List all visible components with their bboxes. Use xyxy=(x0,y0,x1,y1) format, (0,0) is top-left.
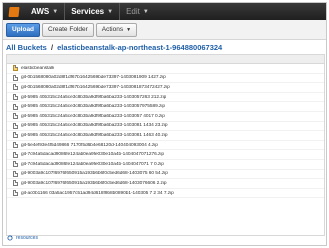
file-icon xyxy=(13,151,18,158)
list-item[interactable]: git-9003a9c107f6976f650915a193b6b6f0c5ed… xyxy=(7,179,324,189)
file-icon xyxy=(13,103,18,110)
file-name: git-5985 40b315c24a5ce3c8b3ba9df9fba6ba2… xyxy=(21,104,165,110)
file-name: git-0b1568080a02d8f1df67b1642569bde73397… xyxy=(21,84,170,90)
file-name: git-0b1568080a02d8f1df67b1642569bde73397… xyxy=(21,75,166,81)
list-item[interactable]: git-7c94a5dacad9086fe124ab0ea9fe030e10a4… xyxy=(7,150,324,160)
chevron-down-icon: ▼ xyxy=(52,8,59,15)
edit-menu[interactable]: Edit ▼ xyxy=(120,3,155,20)
file-icon xyxy=(13,113,18,120)
actions-button[interactable]: Actions ▼ xyxy=(95,22,138,37)
file-name: git-5985 40b315c24a5ce3c8b3ba9df9fba6ba2… xyxy=(21,123,168,129)
list-item[interactable]: git-5985 40b315c24a5ce3c8b3ba9df9fba6ba2… xyxy=(7,102,324,112)
edit-menu-label: Edit xyxy=(126,7,140,16)
resources-label: resources xyxy=(16,235,38,241)
file-icon xyxy=(13,74,18,81)
file-name: git-5985 40b315c24a5ce3c8b3ba9df9fba6ba2… xyxy=(21,94,167,100)
breadcrumb-separator: / xyxy=(50,43,54,52)
create-folder-button[interactable]: Create Folder xyxy=(42,22,94,37)
file-name: git-5985 40b315c24a5ce3c8b3ba9df9fba6ba2… xyxy=(21,113,165,119)
file-icon xyxy=(13,170,18,177)
breadcrumb-bucket-link[interactable]: elasticbeanstalk-ap-northeast-1-96488006… xyxy=(57,43,222,52)
file-name: git-5985 40b315c24a5ce3c8b3ba9df9fba6ba2… xyxy=(21,132,168,138)
resources-status[interactable]: resources xyxy=(7,235,38,241)
list-item[interactable]: git-0b1568080a02d8f1df67b1642569bde73397… xyxy=(7,83,324,93)
list-item[interactable]: elasticbeanstalk xyxy=(7,64,324,74)
file-name: git-5e4ef93e4f5d49866 7170f5d6b4e68120d-… xyxy=(21,142,158,148)
object-list: elasticbeanstalk git-0b1568080a02d8f1df6… xyxy=(6,54,325,236)
breadcrumb-all-buckets-link[interactable]: All Buckets xyxy=(6,43,47,52)
file-name: elasticbeanstalk xyxy=(21,65,55,71)
file-name: git-ac0b1166 03a5ac1957c51ad94d618f9b8b0… xyxy=(21,190,174,196)
file-icon xyxy=(13,132,18,139)
aws-logo-icon[interactable] xyxy=(3,3,25,20)
list-item[interactable]: git-5985 40b315c24a5ce3c8b3ba9df9fba6ba2… xyxy=(7,131,324,141)
file-icon xyxy=(13,122,18,129)
aws-menu-label: AWS xyxy=(31,7,50,16)
list-item[interactable]: git-5985 40b315c24a5ce3c8b3ba9df9fba6ba2… xyxy=(7,93,324,103)
chevron-down-icon: ▼ xyxy=(126,26,132,33)
file-icon xyxy=(13,84,18,91)
chevron-down-icon: ▼ xyxy=(142,8,149,15)
list-item[interactable]: git-7c94a5dacad9086fe124ab0ea9fe030e10a4… xyxy=(7,160,324,170)
list-item[interactable]: git-9003a9c107f6976f650915a193b6b6f0c5ed… xyxy=(7,170,324,180)
chevron-down-icon: ▼ xyxy=(107,8,114,15)
file-icon xyxy=(13,142,18,149)
file-icon xyxy=(13,94,18,101)
actions-button-label: Actions xyxy=(101,26,124,33)
list-item[interactable]: git-5e4ef93e4f5d49866 7170f5d6b4e68120d-… xyxy=(7,141,324,151)
file-icon xyxy=(13,161,18,168)
list-item[interactable]: git-ac0b1166 03a5ac1957c51ad94d618f9b8b0… xyxy=(7,189,324,199)
refresh-icon xyxy=(7,235,13,241)
services-menu[interactable]: Services ▼ xyxy=(65,3,119,20)
s3-console-window: AWS ▼ Services ▼ Edit ▼ Upload Create Fo… xyxy=(2,2,327,246)
top-navigation-bar: AWS ▼ Services ▼ Edit ▼ xyxy=(3,3,326,20)
services-menu-label: Services xyxy=(71,7,105,16)
aws-menu[interactable]: AWS ▼ xyxy=(25,3,64,20)
list-item[interactable]: git-0b1568080a02d8f1df67b1642569bde73397… xyxy=(7,74,324,84)
file-name: git-9003a9c107f6976f650915a193b6b6f0c5ed… xyxy=(21,180,167,186)
upload-button[interactable]: Upload xyxy=(6,22,41,37)
file-name: git-7c94a5dacad9086fe124ab0ea9fe030e10a4… xyxy=(21,161,164,167)
list-item[interactable]: git-5985 40b315c24a5ce3c8b3ba9df9fba6ba2… xyxy=(7,122,324,132)
file-icon xyxy=(13,180,18,187)
file-icon xyxy=(13,190,18,197)
file-name: git-9003a9c107f6976f650915a193b6b6f0c5ed… xyxy=(21,171,168,177)
bucket-toolbar: Upload Create Folder Actions ▼ xyxy=(3,20,326,40)
list-item[interactable]: git-5985 40b315c24a5ce3c8b3ba9df9fba6ba2… xyxy=(7,112,324,122)
file-name: git-7c94a5dacad9086fe124ab0ea9fe030e10a4… xyxy=(21,152,164,158)
object-list-header xyxy=(7,55,324,64)
breadcrumb: All Buckets / elasticbeanstalk-ap-northe… xyxy=(6,43,222,52)
folder-icon xyxy=(13,65,18,72)
